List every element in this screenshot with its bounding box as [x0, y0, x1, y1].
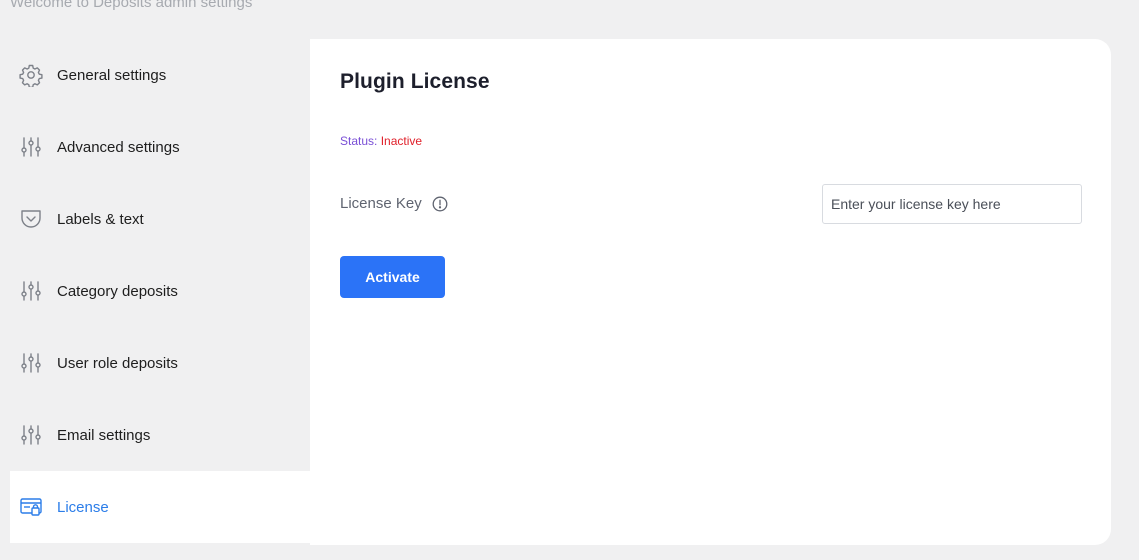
page-title: Plugin License [340, 70, 490, 93]
sidebar-item-license[interactable]: License [10, 471, 310, 543]
sliders-icon [19, 423, 43, 447]
license-key-label: License Key [340, 195, 422, 212]
license-key-field-label: License Key [340, 195, 448, 212]
sidebar-item-category-deposits[interactable]: Category deposits [10, 255, 310, 327]
welcome-text: Welcome to Deposits admin settings [10, 0, 253, 11]
sidebar-item-label: User role deposits [57, 354, 178, 372]
sidebar-item-label: Labels & text [57, 210, 144, 228]
sidebar-item-label: Category deposits [57, 282, 178, 300]
license-status: Status: Inactive [340, 134, 422, 148]
sidebar-item-label: License [57, 498, 109, 516]
sidebar-item-label: General settings [57, 66, 167, 84]
sidebar-item-label: Email settings [57, 426, 151, 444]
sidebar-item-labels-text[interactable]: Labels & text [10, 183, 310, 255]
gear-icon [19, 63, 43, 87]
sidebar-item-general-settings[interactable]: General settings [10, 39, 310, 111]
sidebar-item-label: Advanced settings [57, 138, 180, 156]
license-card-icon [19, 495, 43, 519]
sidebar-item-email-settings[interactable]: Email settings [10, 399, 310, 471]
sidebar-item-user-role-deposits[interactable]: User role deposits [10, 327, 310, 399]
status-label: Status: [340, 134, 378, 148]
license-panel: Plugin License Status: Inactive License … [310, 39, 1111, 545]
sliders-icon [19, 351, 43, 375]
activate-button[interactable]: Activate [340, 256, 445, 298]
sidebar-item-advanced-settings[interactable]: Advanced settings [10, 111, 310, 183]
info-icon[interactable] [432, 196, 448, 212]
settings-sidebar: General settings Advanced settings Label… [10, 39, 310, 545]
pocket-icon [19, 207, 43, 231]
sliders-icon [19, 279, 43, 303]
status-badge: Inactive [380, 134, 423, 148]
license-key-input[interactable] [822, 184, 1082, 224]
sliders-icon [19, 135, 43, 159]
